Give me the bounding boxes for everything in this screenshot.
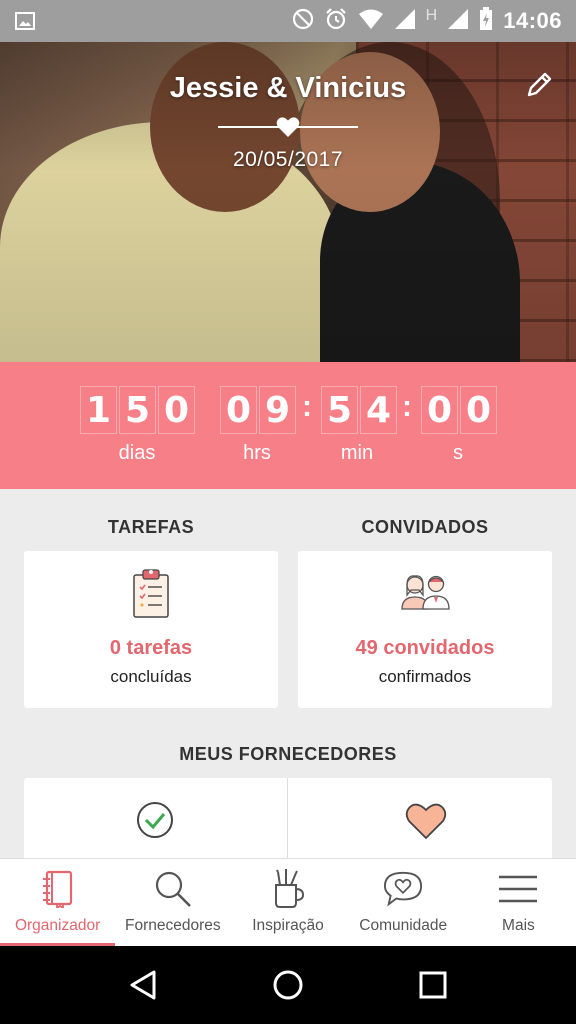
countdown-minutes: 5 4	[321, 386, 397, 434]
wedding-countdown: 1 5 0 0 9 : 5 4 : 0 0 dias hrs min s	[0, 362, 576, 489]
countdown-digit: 0	[421, 386, 458, 434]
guests-title: CONVIDADOS	[361, 517, 489, 537]
status-icons: H 14:06	[292, 6, 562, 36]
nav-label: Inspiração	[252, 917, 324, 934]
couple-guests-icon	[401, 575, 450, 610]
couple-cover-photo[interactable]: Jessie & Vinicius 20/05/2017	[0, 42, 576, 362]
heart-icon	[276, 117, 300, 137]
menu-icon	[498, 869, 538, 909]
countdown-separator: :	[402, 390, 412, 423]
guests-count: 49 convidados	[355, 637, 495, 659]
countdown-digit: 5	[119, 386, 156, 434]
tasks-count: 0 tarefas	[109, 637, 193, 659]
nav-item-inspiracao[interactable]: Inspiração	[230, 859, 345, 946]
couple-names: Jessie & Vinicius	[169, 72, 407, 104]
wedding-date: 20/05/2017	[232, 148, 344, 171]
battery-charging-icon	[479, 6, 493, 36]
system-navigation-bar	[0, 946, 576, 1024]
countdown-label-days: dias	[118, 442, 156, 464]
wifi-icon	[358, 8, 384, 35]
clipboard-checklist-icon	[133, 569, 169, 618]
pencil-cup-icon	[268, 869, 308, 909]
network-type-indicator: H	[425, 7, 438, 24]
countdown-label-hours: hrs	[243, 442, 271, 464]
home-button[interactable]	[266, 963, 310, 1007]
tasks-card[interactable]: 0 tarefas concluídas	[24, 551, 278, 708]
guests-subtext: confirmados	[378, 667, 472, 686]
nav-item-comunidade[interactable]: Comunidade	[346, 859, 461, 946]
chat-heart-icon	[383, 869, 423, 909]
nav-item-fornecedores[interactable]: Fornecedores	[115, 859, 230, 946]
countdown-separator: :	[302, 390, 312, 423]
countdown-digit: 0	[220, 386, 257, 434]
countdown-digit: 4	[360, 386, 397, 434]
edit-button[interactable]	[524, 70, 554, 100]
countdown-days: 1 5 0	[80, 386, 195, 434]
nav-label: Organizador	[14, 917, 101, 934]
status-bar: H 14:06	[0, 0, 576, 42]
countdown-digit: 9	[259, 386, 296, 434]
alarm-icon	[324, 7, 348, 36]
check-circle-icon	[137, 802, 173, 838]
home-icon	[273, 970, 303, 1000]
vendors-title: MEUS FORNECEDORES	[179, 744, 397, 764]
countdown-label-seconds: s	[453, 442, 463, 464]
nav-item-organizador[interactable]: Organizador	[0, 859, 116, 946]
nav-label: Fornecedores	[124, 917, 221, 934]
recents-icon	[419, 971, 447, 999]
image-icon	[14, 10, 36, 32]
nav-item-mais[interactable]: Mais	[461, 859, 576, 946]
recents-button[interactable]	[411, 963, 455, 1007]
notebook-icon	[38, 869, 78, 909]
countdown-digit: 1	[80, 386, 117, 434]
signal-icon	[447, 8, 469, 35]
tasks-subtext: concluídas	[110, 667, 192, 686]
countdown-digit: 0	[460, 386, 497, 434]
countdown-digit: 5	[321, 386, 358, 434]
countdown-label-minutes: min	[340, 442, 374, 464]
nav-label: Comunidade	[359, 917, 448, 934]
nav-label: Mais	[502, 917, 535, 934]
countdown-hours: 0 9	[220, 386, 296, 434]
do-not-disturb-icon	[292, 8, 314, 35]
back-icon	[130, 970, 156, 1000]
heart-icon	[405, 803, 447, 840]
guests-card[interactable]: 49 convidados confirmados	[298, 551, 552, 708]
signal-icon	[394, 8, 416, 35]
countdown-digit: 0	[158, 386, 195, 434]
heart-divider	[218, 116, 358, 138]
bottom-navigation: Organizador Fornecedores Inspiração Comu…	[0, 858, 576, 946]
countdown-seconds: 0 0	[421, 386, 497, 434]
clock: 14:06	[503, 8, 562, 33]
tasks-title: TAREFAS	[107, 517, 195, 537]
back-button[interactable]	[121, 963, 165, 1007]
search-icon	[153, 869, 193, 909]
pencil-icon	[527, 72, 552, 97]
